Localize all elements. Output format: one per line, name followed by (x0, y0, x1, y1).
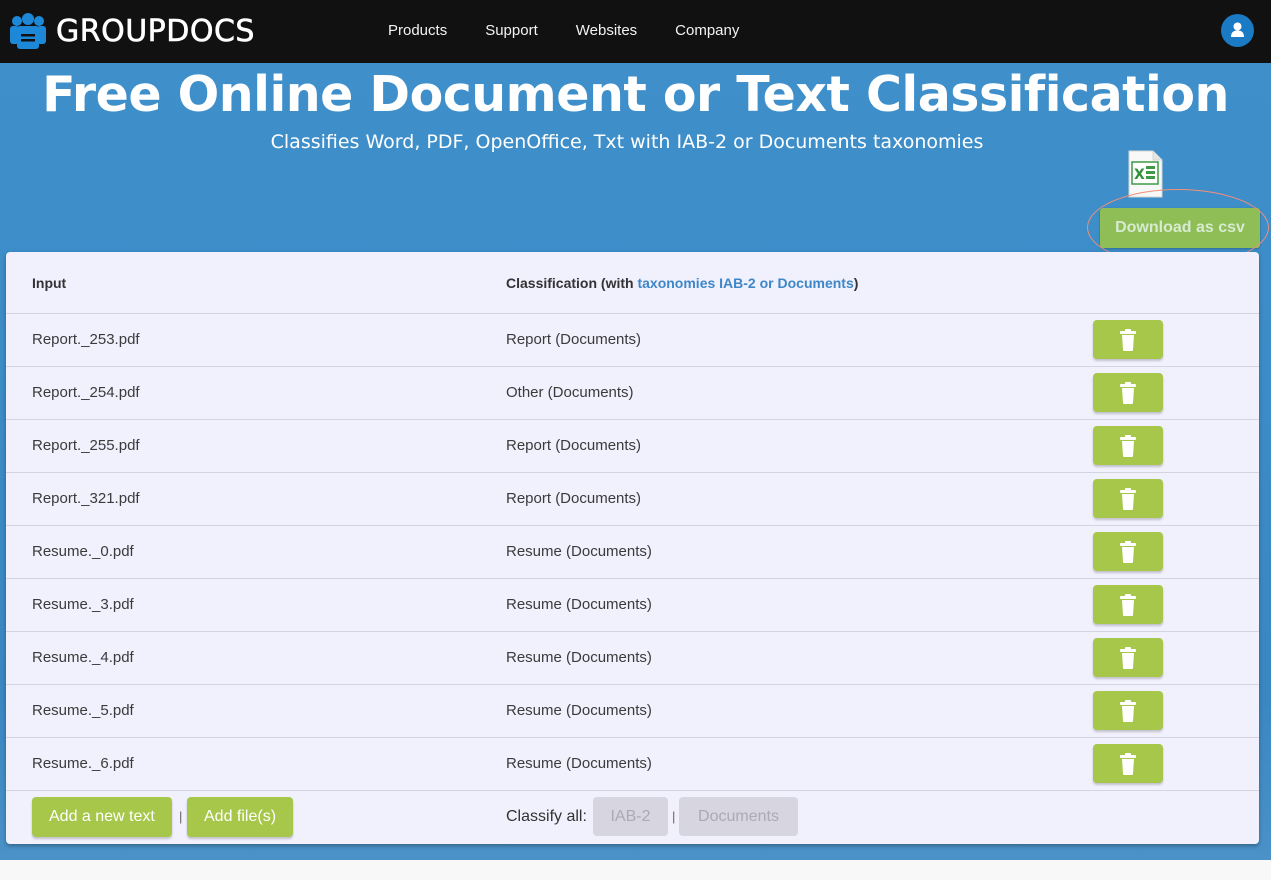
top-navbar: GROUPDOCS Products Support Websites Comp… (0, 0, 1271, 63)
table-row: Resume._4.pdf Resume (Documents) (6, 632, 1259, 685)
nav-products[interactable]: Products (388, 22, 447, 39)
main-nav: Products Support Websites Company (388, 0, 777, 60)
delete-row-button[interactable] (1093, 691, 1163, 730)
table-row: Report._253.pdf Report (Documents) (6, 314, 1259, 367)
table-row: Report._255.pdf Report (Documents) (6, 420, 1259, 473)
table-body: Report._253.pdf Report (Documents) Report.… (6, 314, 1259, 791)
row-classification: Resume (Documents) (506, 702, 652, 719)
row-input: Resume._4.pdf (32, 649, 134, 666)
nav-websites[interactable]: Websites (576, 22, 637, 39)
row-input: Report._253.pdf (32, 331, 140, 348)
table-row: Resume._0.pdf Resume (Documents) (6, 526, 1259, 579)
table-row: Resume._5.pdf Resume (Documents) (6, 685, 1259, 738)
table-row: Resume._3.pdf Resume (Documents) (6, 579, 1259, 632)
row-classification: Report (Documents) (506, 490, 642, 507)
table-footer: Add a new text | Add file(s) Classify al… (6, 791, 1259, 845)
page-title: Free Online Document or Text Classificat… (42, 66, 1229, 123)
classify-documents-button[interactable]: Documents (679, 797, 798, 836)
groupdocs-logo-icon (8, 12, 48, 50)
classify-all-label: Classify all: (506, 808, 587, 825)
trash-icon (1120, 540, 1136, 563)
row-classification: Resume (Documents) (506, 543, 652, 560)
separator: | (179, 809, 183, 824)
delete-row-button[interactable] (1093, 373, 1163, 412)
row-input: Resume._0.pdf (32, 543, 134, 560)
row-input: Report._254.pdf (32, 384, 140, 401)
table-header: Input Classification (with taxonomies IA… (6, 252, 1259, 314)
user-account-button[interactable] (1221, 14, 1254, 47)
trash-icon (1120, 646, 1136, 669)
trash-icon (1120, 434, 1136, 457)
row-classification: Resume (Documents) (506, 755, 652, 772)
table-row: Report._321.pdf Report (Documents) (6, 473, 1259, 526)
header-classification: Classification (with taxonomies IAB-2 or… (506, 275, 858, 291)
row-input: Resume._3.pdf (32, 596, 134, 613)
nav-company[interactable]: Company (675, 22, 739, 39)
row-classification: Resume (Documents) (506, 649, 652, 666)
header-classification-suffix: ) (853, 274, 859, 291)
trash-icon (1120, 593, 1136, 616)
add-files-button[interactable]: Add file(s) (187, 797, 294, 837)
hero-section: Free Online Document or Text Classificat… (0, 63, 1271, 860)
taxonomies-link[interactable]: taxonomies IAB-2 or Documents (637, 275, 853, 291)
row-input: Resume._5.pdf (32, 702, 134, 719)
delete-row-button[interactable] (1093, 585, 1163, 624)
row-input: Report._321.pdf (32, 490, 140, 507)
header-classification-text: Classification (with (506, 274, 638, 291)
header-input: Input (32, 274, 67, 291)
trash-icon (1120, 381, 1136, 404)
page-subtitle: Classifies Word, PDF, OpenOffice, Txt wi… (270, 131, 984, 153)
download-csv-button[interactable]: Download as csv (1100, 208, 1260, 248)
delete-row-button[interactable] (1093, 479, 1163, 518)
row-classification: Report (Documents) (506, 437, 642, 454)
trash-icon (1120, 487, 1136, 510)
results-table: Input Classification (with taxonomies IA… (6, 252, 1259, 844)
delete-row-button[interactable] (1093, 638, 1163, 677)
page-bottom (0, 860, 1271, 880)
groupdocs-logo[interactable]: GROUPDOCS (8, 12, 255, 50)
row-classification: Report (Documents) (506, 331, 642, 348)
delete-row-button[interactable] (1093, 426, 1163, 465)
table-row: Resume._6.pdf Resume (Documents) (6, 738, 1259, 791)
trash-icon (1120, 328, 1136, 351)
user-icon (1231, 22, 1244, 37)
trash-icon (1120, 699, 1136, 722)
add-new-text-button[interactable]: Add a new text (32, 797, 172, 837)
row-input: Report._255.pdf (32, 437, 140, 454)
delete-row-button[interactable] (1093, 320, 1163, 359)
delete-row-button[interactable] (1093, 744, 1163, 783)
trash-icon (1120, 752, 1136, 775)
svg-text:X: X (1134, 167, 1145, 183)
table-row: Report._254.pdf Other (Documents) (6, 367, 1259, 420)
row-classification: Resume (Documents) (506, 596, 652, 613)
classify-iab2-button[interactable]: IAB-2 (593, 797, 668, 836)
separator: | (672, 809, 676, 824)
excel-file-icon: X (1127, 150, 1163, 198)
nav-support[interactable]: Support (485, 22, 538, 39)
row-input: Resume._6.pdf (32, 755, 134, 772)
delete-row-button[interactable] (1093, 532, 1163, 571)
brand-name: GROUPDOCS (56, 13, 255, 49)
row-classification: Other (Documents) (506, 384, 634, 401)
